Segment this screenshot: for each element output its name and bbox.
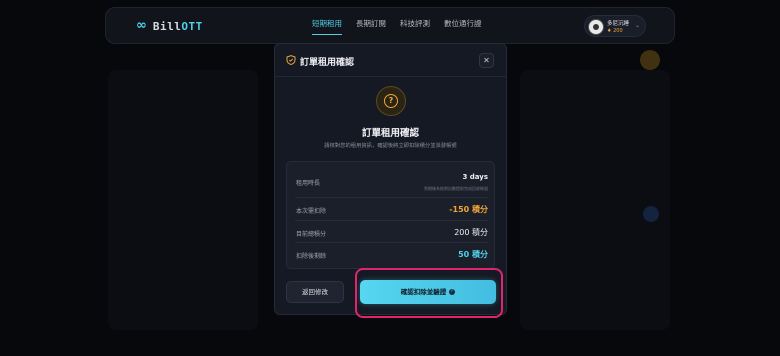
background-panel-right <box>520 70 670 330</box>
infinity-logo-icon: ∞ <box>136 18 147 33</box>
detail-row-duration: 租用時長 3 days 到期後系統將自動提前完成回收帳號 <box>295 166 488 198</box>
question-icon-ring: ? <box>376 86 406 116</box>
modal-header: 訂單租用確認 ✕ <box>275 44 506 77</box>
user-name: 多尼沉睡 <box>607 21 630 27</box>
modal-header-title: 訂單租用確認 <box>300 58 355 68</box>
main-nav: 短期租用 長期訂閱 科技評測 數位通行證 <box>312 19 482 35</box>
modal-title: 訂單租用確認 <box>361 128 419 139</box>
modal-description: 請核對您的租用資訊，確認後將立即扣除積分並派發帳號 <box>324 143 457 149</box>
detail-label-deduct: 本次需扣除 <box>296 208 327 215</box>
top-navbar: ∞ BillOTT 短期租用 長期訂閱 科技評測 數位通行證 多尼沉睡 ♦ 20… <box>105 7 675 44</box>
detail-row-remaining: 扣除後剩餘 50 積分 <box>295 243 488 266</box>
nav-item-short-term-rental[interactable]: 短期租用 <box>312 19 342 35</box>
background-panel-left <box>108 70 258 330</box>
detail-sub-duration: 到期後系統將自動提前完成回收帳號 <box>424 186 488 191</box>
confirm-button-highlight <box>355 268 503 318</box>
page: ∞ BillOTT 短期租用 長期訂閱 科技評測 數位通行證 多尼沉睡 ♦ 20… <box>0 0 780 356</box>
logo-text-main: Bill <box>152 19 182 33</box>
background-orb-blue <box>643 206 659 222</box>
order-details-card: 租用時長 3 days 到期後系統將自動提前完成回收帳號 本次需扣除 -150 … <box>286 161 495 269</box>
logo-text-accent: OTT <box>181 19 203 33</box>
avatar <box>588 19 604 35</box>
user-menu[interactable]: 多尼沉睡 ♦ 200 ⌄ <box>584 15 646 37</box>
detail-label-current-points: 目前總積分 <box>296 231 327 238</box>
detail-row-deduct: 本次需扣除 -150 積分 <box>295 198 488 221</box>
detail-row-current-points: 目前總積分 200 積分 <box>295 221 488 243</box>
avatar-face <box>593 24 599 30</box>
nav-item-tech-reviews[interactable]: 科技評測 <box>400 19 430 35</box>
background-orb-orange <box>640 50 660 70</box>
back-button[interactable]: 返回修改 <box>286 281 344 303</box>
chevron-down-icon: ⌄ <box>634 22 640 29</box>
detail-value-remaining: 50 積分 <box>458 250 488 259</box>
nav-item-long-term-subscription[interactable]: 長期訂閱 <box>356 19 386 35</box>
diamond-icon: ♦ <box>607 28 612 34</box>
detail-value-duration: 3 days <box>462 173 488 181</box>
detail-value-deduct: -150 積分 <box>449 205 488 214</box>
detail-label-duration: 租用時長 <box>296 180 321 187</box>
logo-text: BillOTT <box>153 20 203 33</box>
logo[interactable]: ∞ BillOTT <box>136 18 203 34</box>
detail-value-current-points: 200 積分 <box>454 228 488 237</box>
question-mark-icon: ? <box>384 94 398 108</box>
user-points: ♦ 200 <box>607 28 623 34</box>
nav-item-digital-pass[interactable]: 數位通行證 <box>444 19 482 35</box>
close-button[interactable]: ✕ <box>479 53 494 68</box>
detail-label-remaining: 扣除後剩餘 <box>296 253 327 260</box>
shield-icon <box>286 55 296 65</box>
user-points-value: 200 <box>613 28 623 34</box>
